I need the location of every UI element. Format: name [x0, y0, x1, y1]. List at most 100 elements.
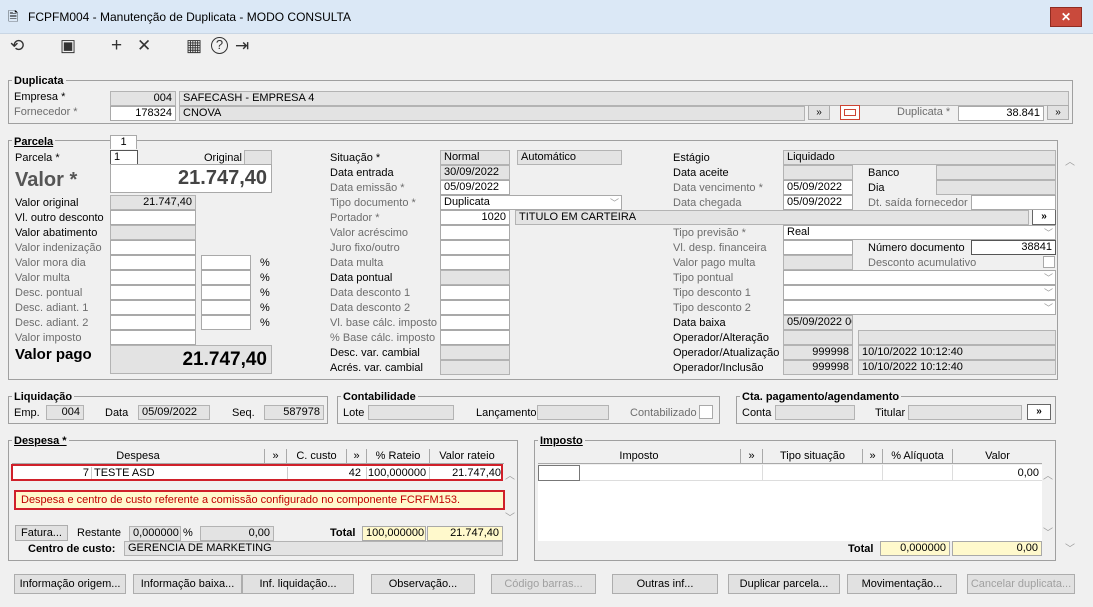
desconto-acumulativo-checkbox[interactable]: [1043, 256, 1055, 268]
data-vencimento-field[interactable]: 05/09/2022: [783, 180, 853, 195]
scroll-up-icon[interactable]: ︿: [1065, 153, 1075, 168]
tipo-documento-select[interactable]: Duplicata ﹀: [440, 195, 622, 210]
imposto-scroll-up-icon[interactable]: ︿: [1043, 467, 1053, 482]
contabilidade-legend: Contabilidade: [341, 391, 418, 403]
parcela-tab[interactable]: 1: [110, 135, 137, 149]
tipo-desconto1-select[interactable]: ﹀: [783, 285, 1056, 300]
parcela-row-pct-field[interactable]: [201, 255, 251, 270]
fornecedor-label: Fornecedor *: [14, 106, 78, 118]
portador-lookup-button[interactable]: »: [1032, 209, 1056, 225]
valor-acrescimo-field[interactable]: [440, 225, 510, 240]
juro-label: Juro fixo/outro: [330, 242, 400, 254]
add-icon[interactable]: +: [111, 35, 122, 57]
imposto-row-cell[interactable]: [538, 465, 580, 481]
imposto-col-imposto[interactable]: Imposto: [538, 449, 740, 464]
juro-field[interactable]: [440, 240, 510, 255]
footer-button-5[interactable]: Outras inf...: [612, 574, 718, 594]
footer-button-2[interactable]: Inf. liquidação...: [242, 574, 354, 594]
parcela-row-field[interactable]: [110, 300, 196, 315]
parcela-row-field[interactable]: [110, 240, 196, 255]
parcela-row-field[interactable]: 21.747,40: [110, 195, 196, 210]
chevron-down-icon: ﹀: [1043, 303, 1053, 313]
numero-documento-field[interactable]: 38841: [971, 240, 1056, 255]
valor-pago-multa-field: [783, 255, 853, 270]
centro-custo-field: GERENCIA DE MARKETING: [124, 541, 503, 556]
parcela-row-pct-field[interactable]: [201, 315, 251, 330]
conta-label: Conta: [742, 407, 772, 419]
exit-icon[interactable]: ⇥: [235, 36, 249, 56]
despesa-scroll-down-icon[interactable]: ﹀: [505, 509, 515, 524]
footer-button-8[interactable]: Cancelar duplicata...: [967, 574, 1075, 594]
tipo-previsao-select[interactable]: Real ﹀: [783, 225, 1056, 240]
parcela-row-field[interactable]: [110, 255, 196, 270]
data-multa-field[interactable]: [440, 255, 510, 270]
data-desconto2-field[interactable]: [440, 300, 510, 315]
parcela-row-field[interactable]: [110, 210, 196, 225]
tipo-documento-value: Duplicata: [444, 196, 490, 208]
card-icon[interactable]: [840, 105, 860, 120]
imposto-col-tipo[interactable]: Tipo situação: [762, 449, 862, 464]
parcela-row-pct-field[interactable]: [201, 300, 251, 315]
imposto-col-tipo-lookup[interactable]: »: [862, 449, 882, 464]
vl-base-field[interactable]: [440, 315, 510, 330]
despesa-col-ccusto-lookup[interactable]: »: [346, 449, 366, 464]
dt-saida-field[interactable]: [971, 195, 1056, 210]
duplicata-field[interactable]: 38.841: [958, 106, 1044, 121]
footer-button-4[interactable]: Código barras...: [491, 574, 596, 594]
duplicata-lookup-button[interactable]: »: [1047, 105, 1069, 120]
data-emissao-field[interactable]: 05/09/2022: [440, 180, 510, 195]
imposto-scroll-down-icon[interactable]: ﹀: [1043, 524, 1053, 539]
parcela-row-field[interactable]: [110, 315, 196, 330]
despesa-col-ccusto[interactable]: C. custo: [286, 449, 346, 464]
close-button[interactable]: ✕: [1050, 7, 1082, 27]
footer-button-1[interactable]: Informação baixa...: [133, 574, 242, 594]
scroll-down-icon[interactable]: ﹀: [1065, 540, 1075, 555]
footer-button-0[interactable]: Informação origem...: [14, 574, 126, 594]
imposto-col-valor[interactable]: Valor: [952, 449, 1042, 464]
save-icon[interactable]: ▣: [60, 36, 76, 56]
table-row[interactable]: 7 TESTE ASD 42 100,000000 21.747,40: [11, 464, 503, 481]
percent-sign: %: [260, 257, 270, 269]
fornecedor-code-field[interactable]: 178324: [110, 106, 176, 121]
footer-button-3[interactable]: Observação...: [371, 574, 475, 594]
vl-desp-financeira-field[interactable]: [783, 240, 853, 255]
parcela-row-field[interactable]: [110, 270, 196, 285]
despesa-col-valor[interactable]: Valor rateio: [429, 449, 504, 464]
help-icon[interactable]: ?: [211, 37, 228, 54]
pct-base-field[interactable]: [440, 330, 510, 345]
despesa-col-rateio[interactable]: % Rateio: [366, 449, 429, 464]
parcela-field[interactable]: 1: [110, 150, 138, 165]
parcela-row-field[interactable]: [110, 225, 196, 240]
valor-field[interactable]: 21.747,40: [110, 164, 272, 193]
portador-code-field[interactable]: 1020: [440, 210, 510, 225]
footer-button-6[interactable]: Duplicar parcela...: [728, 574, 840, 594]
chevron-down-icon: ﹀: [1043, 228, 1053, 238]
despesa-scroll-up-icon[interactable]: ︿: [505, 467, 515, 482]
calendar-icon[interactable]: ▦: [186, 36, 202, 56]
refresh-icon[interactable]: ⟲: [10, 36, 24, 56]
data-chegada-field[interactable]: 05/09/2022: [783, 195, 853, 210]
fornecedor-lookup-button[interactable]: »: [808, 105, 830, 120]
imposto-col-aliquota[interactable]: % Alíquota: [882, 449, 952, 464]
titular-lookup-button[interactable]: »: [1027, 404, 1051, 420]
situacao-field: Normal: [440, 150, 510, 165]
empresa-code-field[interactable]: 004: [110, 91, 176, 106]
parcela-row-pct-field[interactable]: [201, 285, 251, 300]
cancel-icon[interactable]: ✕: [137, 36, 151, 56]
despesa-col-lookup[interactable]: »: [264, 449, 286, 464]
parcela-row-field[interactable]: [110, 285, 196, 300]
imposto-col-lookup[interactable]: »: [740, 449, 762, 464]
contabilizado-checkbox[interactable]: [699, 405, 713, 419]
tipo-pontual-select[interactable]: ﹀: [783, 270, 1056, 285]
data-desconto1-field[interactable]: [440, 285, 510, 300]
table-row[interactable]: 0,00: [538, 465, 1042, 481]
imposto-list[interactable]: 0,00: [538, 465, 1042, 541]
parcela-row-pct-field[interactable]: [201, 270, 251, 285]
data-desconto2-label: Data desconto 2: [330, 302, 411, 314]
despesa-col-despesa[interactable]: Despesa: [12, 449, 264, 464]
tipo-desconto2-select[interactable]: ﹀: [783, 300, 1056, 315]
fatura-button[interactable]: Fatura...: [15, 525, 68, 541]
parcela-row-field[interactable]: [110, 330, 196, 345]
empresa-name-field: SAFECASH - EMPRESA 4: [179, 91, 1069, 106]
footer-button-7[interactable]: Movimentação...: [847, 574, 957, 594]
